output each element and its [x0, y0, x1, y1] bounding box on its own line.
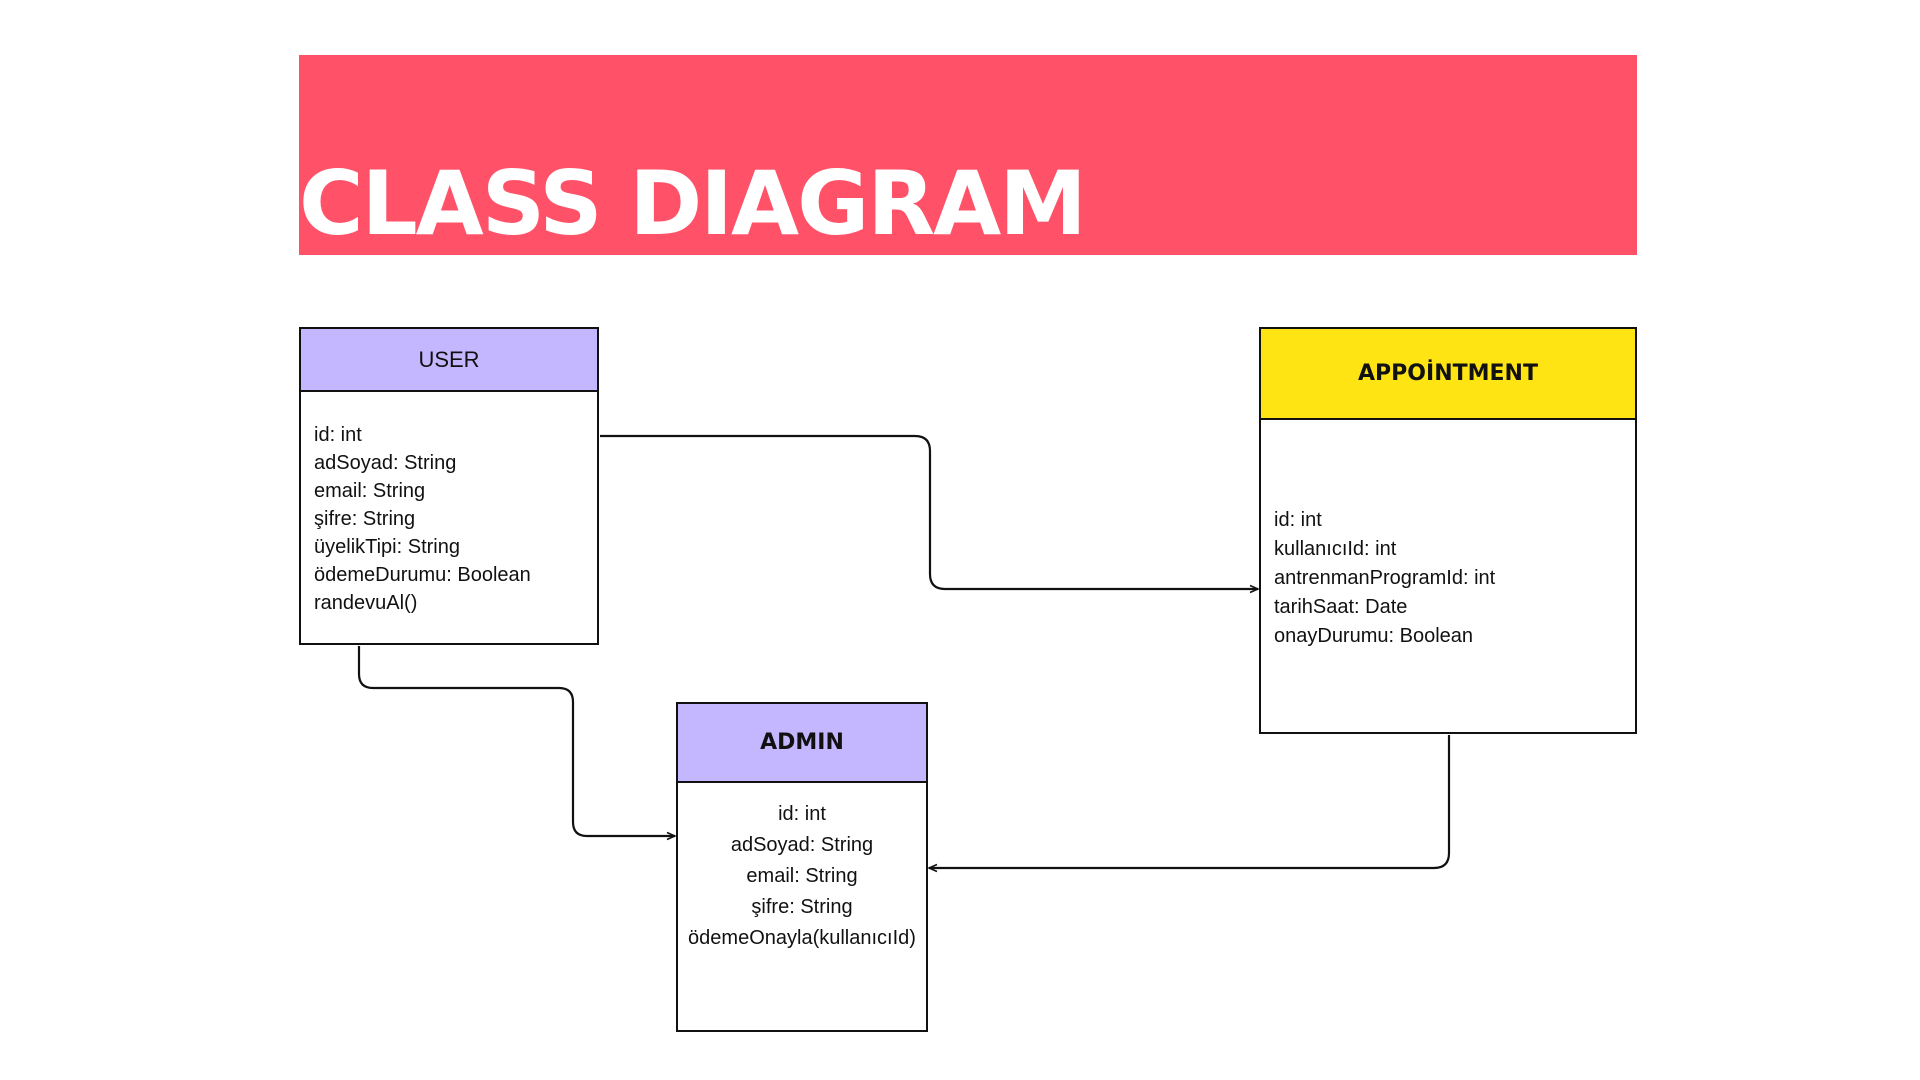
appointment-member: kullanıcıId: int	[1274, 538, 1397, 560]
user-member: randevuAl()	[314, 592, 418, 614]
appointment-member: id: int	[1274, 509, 1322, 531]
admin-member: email: String	[746, 865, 858, 887]
user-member: üyelikTipi: String	[314, 536, 460, 558]
connector-appointment-to-admin	[929, 735, 1451, 868]
admin-member: şifre: String	[751, 896, 853, 918]
user-class-box: USER id: int adSoyad: String email: Stri…	[299, 327, 599, 645]
connector-user-to-appointment	[600, 434, 1258, 589]
admin-member: ödemeOnayla(kullanıcıId)	[688, 927, 916, 949]
appointment-class-box: APPOİNTMENT id: int kullanıcıId: int ant…	[1259, 327, 1637, 734]
appointment-member: antrenmanProgramId: int	[1274, 567, 1496, 589]
admin-member: adSoyad: String	[730, 834, 874, 856]
appointment-class-name: APPOİNTMENT	[1261, 329, 1635, 420]
connector-user-to-admin	[357, 646, 675, 836]
user-member: id: int	[314, 424, 362, 446]
admin-member: id: int	[778, 803, 826, 825]
appointment-member-list: id: int kullanıcıId: int antrenmanProgra…	[1261, 420, 1635, 651]
admin-class-box: ADMIN id: int adSoyad: String email: Str…	[676, 702, 928, 1032]
user-member-list: id: int adSoyad: String email: String şi…	[301, 392, 597, 617]
user-class-name: USER	[301, 329, 597, 392]
appointment-member: onayDurumu: Boolean	[1274, 625, 1474, 647]
user-member: email: String	[314, 480, 426, 502]
appointment-member: tarihSaat: Date	[1274, 596, 1408, 618]
user-member: şifre: String	[314, 508, 416, 530]
admin-member-list: id: int adSoyad: String email: String şi…	[678, 783, 926, 954]
user-member: adSoyad: String	[314, 452, 457, 474]
admin-class-name: ADMIN	[678, 704, 926, 783]
user-member: ödemeDurumu: Boolean	[314, 564, 531, 586]
